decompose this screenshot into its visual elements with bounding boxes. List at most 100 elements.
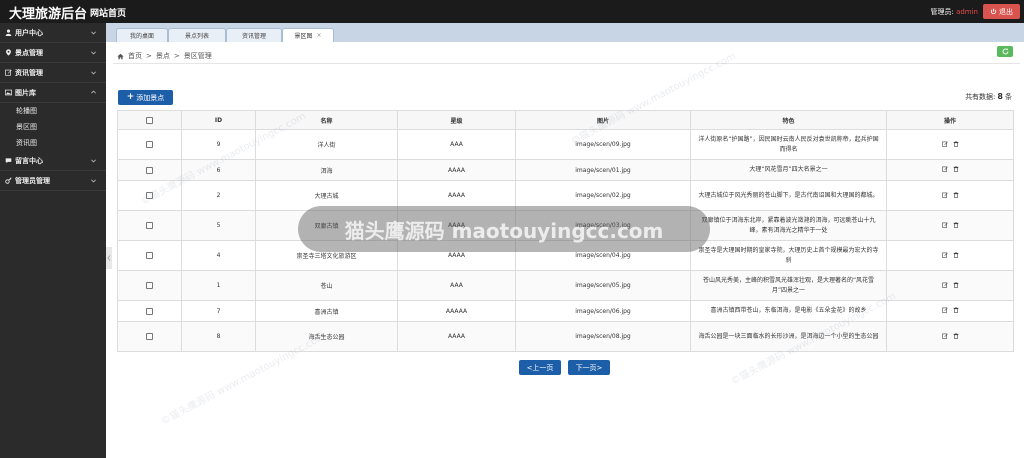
edit-icon[interactable] bbox=[941, 166, 948, 172]
tab-news-management[interactable]: 资讯管理 bbox=[226, 28, 282, 42]
chevron-down-icon bbox=[91, 51, 96, 55]
edit-icon[interactable] bbox=[941, 333, 948, 339]
trash-icon[interactable] bbox=[953, 307, 959, 313]
sidebar-item-gallery[interactable]: 图片库 bbox=[0, 83, 106, 103]
logout-button[interactable]: 退出 bbox=[983, 4, 1020, 19]
row-select-cell bbox=[117, 210, 182, 241]
next-page-button[interactable]: 下一页> bbox=[568, 360, 610, 375]
cell-name: 喜洲古镇 bbox=[255, 300, 398, 322]
edit-icon[interactable] bbox=[941, 252, 948, 258]
trash-icon[interactable] bbox=[953, 140, 959, 147]
sidebar-item-admins[interactable]: 管理员管理 bbox=[0, 171, 106, 191]
trash-icon[interactable] bbox=[953, 221, 959, 228]
breadcrumb-current: 景区管理 bbox=[183, 52, 212, 60]
power-icon bbox=[990, 8, 997, 15]
tab-label: 景点列表 bbox=[184, 33, 209, 40]
record-count: 共有数据: 8 条 bbox=[965, 92, 1012, 102]
column-header-stars: 星级 bbox=[397, 110, 516, 130]
row-checkbox[interactable] bbox=[146, 282, 153, 289]
cell-stars: AAAAA bbox=[397, 300, 516, 322]
admin-icon bbox=[5, 177, 12, 184]
edit-icon bbox=[5, 69, 12, 76]
row-select-cell bbox=[117, 159, 182, 181]
tab-label: 资讯管理 bbox=[241, 33, 266, 40]
sidebar-subitem-news-images[interactable]: 资讯图 bbox=[0, 135, 106, 151]
row-select-cell bbox=[117, 300, 182, 322]
site-home-link[interactable]: 网站首页 bbox=[90, 6, 126, 19]
map-marker-icon bbox=[5, 49, 12, 56]
header-divider bbox=[113, 63, 1020, 64]
close-icon[interactable]: × bbox=[316, 32, 321, 39]
count-suffix: 条 bbox=[1005, 93, 1012, 101]
chat-icon bbox=[5, 157, 12, 164]
edit-icon[interactable] bbox=[941, 282, 948, 288]
cell-image: image/scen/01.jpg bbox=[515, 159, 691, 181]
tab-attraction-list[interactable]: 景点列表 bbox=[168, 28, 226, 42]
sidebar-item-messages[interactable]: 留言中心 bbox=[0, 151, 106, 171]
breadcrumb-home[interactable]: 首页 bbox=[128, 51, 142, 61]
refresh-button[interactable] bbox=[997, 46, 1013, 57]
row-checkbox[interactable] bbox=[146, 192, 153, 199]
prev-page-button[interactable]: <上一页 bbox=[519, 360, 561, 375]
cell-id: 1 bbox=[181, 270, 256, 301]
breadcrumb: 首页 > 景点 > 景区管理 bbox=[117, 51, 212, 61]
row-select-cell bbox=[117, 240, 182, 271]
cell-stars: AAAA bbox=[397, 159, 516, 181]
table-row: 8 海舌生态公园 AAAA image/scen/08.jpg 海舌公园是一块三… bbox=[117, 321, 1014, 352]
chevron-down-icon bbox=[91, 71, 96, 75]
tabs-bar: 我的桌面 景点列表 资讯管理 景区图 × bbox=[106, 23, 1024, 42]
chevron-down-icon bbox=[91, 159, 96, 163]
edit-icon[interactable] bbox=[941, 141, 948, 147]
select-all-checkbox[interactable] bbox=[146, 116, 153, 124]
chevron-down-icon bbox=[91, 179, 96, 183]
add-attraction-button[interactable]: + 添加景点 bbox=[118, 90, 173, 105]
row-checkbox[interactable] bbox=[146, 166, 153, 174]
row-checkbox[interactable] bbox=[146, 252, 153, 259]
edit-icon[interactable] bbox=[941, 307, 948, 313]
sidebar-subitem-carousel[interactable]: 轮播图 bbox=[0, 103, 106, 119]
chevron-down-icon bbox=[91, 31, 96, 35]
table-row: 6 洱海 AAAA image/scen/01.jpg 大理“风花雪月”四大名景… bbox=[117, 159, 1014, 181]
cell-feature: 海舌公园是一块三面临水的长形沙洲，是洱海边一个小型的生态公园 bbox=[690, 321, 887, 352]
chevron-left-icon bbox=[107, 255, 111, 261]
edit-icon[interactable] bbox=[941, 192, 948, 198]
sidebar: 用户中心 景点管理 资讯管理 图片库 轮播图 景区图 资讯图 留言中心 管理员管… bbox=[0, 23, 106, 458]
row-checkbox[interactable] bbox=[146, 222, 153, 229]
sidebar-collapse-handle[interactable] bbox=[106, 247, 112, 269]
sidebar-item-news[interactable]: 资讯管理 bbox=[0, 63, 106, 83]
breadcrumb-attractions[interactable]: 景点 bbox=[156, 51, 170, 61]
cell-image: image/scen/05.jpg bbox=[515, 270, 691, 301]
trash-icon[interactable] bbox=[953, 166, 959, 172]
sidebar-item-attractions[interactable]: 景点管理 bbox=[0, 43, 106, 63]
column-header-feature: 特色 bbox=[690, 110, 887, 130]
trash-icon[interactable] bbox=[953, 191, 959, 198]
sidebar-item-users[interactable]: 用户中心 bbox=[0, 23, 106, 43]
tab-scenic-images[interactable]: 景区图 × bbox=[282, 28, 334, 42]
cell-name: 苍山 bbox=[255, 270, 398, 301]
row-checkbox[interactable] bbox=[146, 141, 153, 148]
plus-icon: + bbox=[126, 92, 135, 102]
select-all-cell[interactable] bbox=[117, 110, 182, 130]
home-icon bbox=[117, 53, 124, 59]
cell-id: 5 bbox=[181, 210, 256, 241]
gallery-submenu: 轮播图 景区图 资讯图 bbox=[0, 103, 106, 151]
tab-my-desktop[interactable]: 我的桌面 bbox=[116, 28, 168, 42]
app-title: 大理旅游后台 bbox=[9, 7, 88, 22]
cell-image: image/scen/06.jpg bbox=[515, 300, 691, 322]
row-checkbox[interactable] bbox=[146, 307, 153, 315]
cell-stars: AAA bbox=[397, 270, 516, 301]
cell-feature: 大理“风花雪月”四大名景之一 bbox=[690, 159, 887, 181]
trash-icon[interactable] bbox=[953, 251, 959, 258]
admin-name[interactable]: admin bbox=[956, 8, 978, 16]
trash-icon[interactable] bbox=[953, 332, 959, 339]
cell-name: 洱海 bbox=[255, 159, 398, 181]
cell-id: 9 bbox=[181, 129, 256, 160]
edit-icon[interactable] bbox=[941, 222, 948, 228]
count-value: 8 bbox=[997, 92, 1003, 101]
cell-id: 4 bbox=[181, 240, 256, 271]
trash-icon[interactable] bbox=[953, 281, 959, 288]
row-checkbox[interactable] bbox=[146, 333, 153, 340]
sidebar-item-label: 用户中心 bbox=[15, 28, 43, 37]
sidebar-subitem-scenic-images[interactable]: 景区图 bbox=[0, 119, 106, 135]
cell-feature: 双廊镇位于洱海东北岸，紧靠着波光潋滟的洱海，可远眺苍山十九峰，素有洱海光之精华于… bbox=[690, 210, 887, 241]
